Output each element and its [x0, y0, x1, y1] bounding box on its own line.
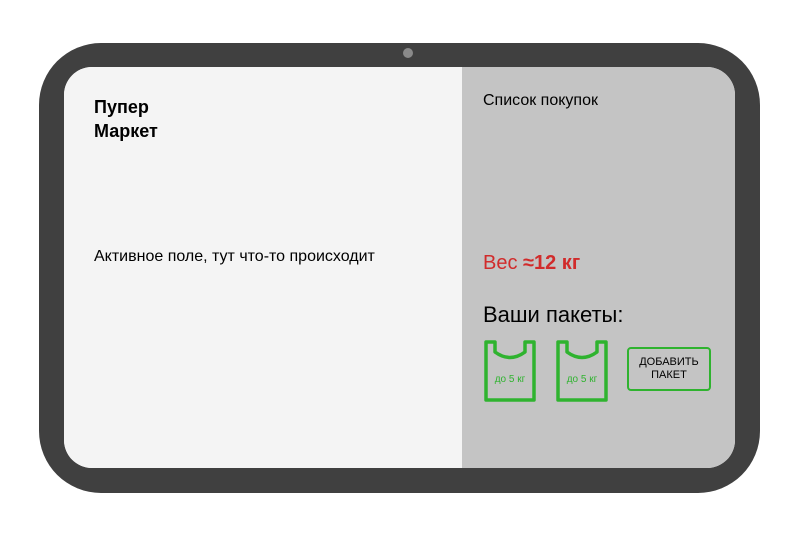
store-logo-text: Пупер Маркет — [94, 95, 158, 143]
brand-line-1: Пупер — [94, 97, 149, 117]
camera-icon — [403, 48, 413, 58]
shopping-list-title: Список покупок — [483, 92, 598, 109]
active-field-text[interactable]: Активное поле, тут что-то происходит — [94, 248, 375, 266]
bag-capacity-label: до 5 кг — [566, 374, 598, 385]
bag-capacity-label: до 5 кг — [494, 374, 526, 385]
main-area: Пупер Маркет Активное поле, тут что-то п… — [64, 67, 462, 468]
shopping-list-panel: Список покупок Вес ≈12 кг Ваши пакеты: д… — [462, 67, 735, 468]
bags-title: Ваши пакеты: — [483, 302, 624, 327]
weight-indicator: Вес ≈12 кг — [483, 252, 580, 275]
bag-item[interactable]: до 5 кг — [482, 338, 538, 404]
tablet-screen: Пупер Маркет Активное поле, тут что-то п… — [64, 67, 735, 468]
shopping-bag-icon — [484, 340, 536, 402]
shopping-bag-icon — [556, 340, 608, 402]
weight-prefix: Вес — [483, 252, 524, 274]
weight-value: ≈12 кг — [523, 252, 581, 274]
add-bag-button[interactable]: ДОБАВИТЬ ПАКЕТ — [627, 347, 711, 391]
bag-item[interactable]: до 5 кг — [554, 338, 610, 404]
brand-line-2: Маркет — [94, 121, 158, 141]
